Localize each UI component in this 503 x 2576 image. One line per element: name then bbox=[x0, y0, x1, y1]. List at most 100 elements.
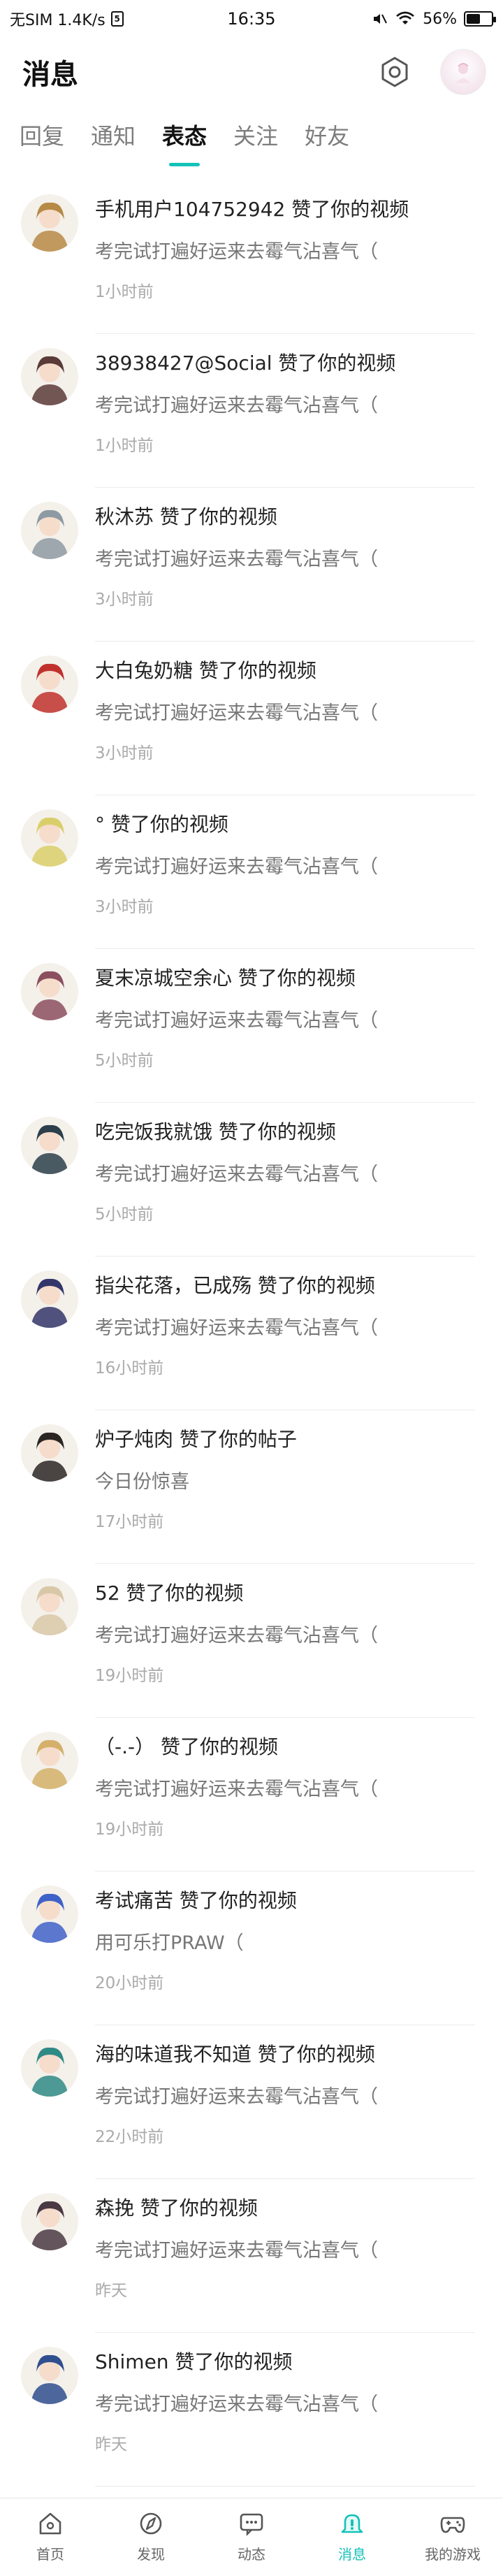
list-item[interactable]: 52 赞了你的视频 考完试打遍好运来去霉气沾喜气（ 19小时前 bbox=[0, 1564, 503, 1718]
notification-list: 手机用户104752942 赞了你的视频 考完试打遍好运来去霉气沾喜气（ 1小时前 3… bbox=[0, 180, 503, 2487]
notification-time: 1小时前 bbox=[95, 283, 154, 301]
notification-content[interactable]: 今日份惊喜 bbox=[95, 1466, 189, 1493]
avatar[interactable] bbox=[21, 2193, 78, 2250]
notification-time: 3小时前 bbox=[95, 744, 154, 762]
nav-item-2[interactable]: 动态 bbox=[201, 2498, 302, 2576]
avatar-image-icon bbox=[21, 1424, 78, 1482]
list-item[interactable]: 海的味道我不知道 赞了你的视频 考完试打遍好运来去霉气沾喜气（ 22小时前 bbox=[0, 2025, 503, 2179]
notification-content[interactable]: 考完试打遍好运来去霉气沾喜气（ bbox=[95, 851, 378, 878]
mute-icon bbox=[374, 14, 387, 24]
status-bar: 无SIM 1.4K/s 5 16:35 56% bbox=[0, 0, 503, 38]
list-item[interactable]: 秋沐苏 赞了你的视频考完试打遍好运来去霉气沾喜气（ 3小时前 bbox=[0, 488, 503, 642]
notification-content[interactable]: 考完试打遍好运来去霉气沾喜气（ bbox=[95, 2235, 378, 2262]
nav-label: 发现 bbox=[137, 2546, 165, 2563]
list-item[interactable]: ° 赞了你的视频 考完试打遍好运来去霉气沾喜气（ 3小时前 bbox=[0, 795, 503, 949]
avatar-image-icon bbox=[21, 1578, 78, 1635]
avatar[interactable] bbox=[21, 348, 78, 405]
notification-content[interactable]: 用可乐打PRAW（ bbox=[95, 1927, 244, 1955]
list-item[interactable]: 考试痛苦 赞了你的视频 用可乐打PRAW（ 20小时前 bbox=[0, 1872, 503, 2025]
avatar[interactable] bbox=[21, 1117, 78, 1174]
notification-title: ° 赞了你的视频 bbox=[95, 813, 228, 836]
notification-content[interactable]: 考完试打遍好运来去霉气沾喜气（ bbox=[95, 1312, 378, 1340]
avatar[interactable] bbox=[21, 656, 78, 713]
list-item[interactable]: 吃完饭我就饿 赞了你的视频 考完试打遍好运来去霉气沾喜气（ 5小时前 bbox=[0, 1103, 503, 1257]
notification-content[interactable]: 考完试打遍好运来去霉气沾喜气（ bbox=[95, 1159, 378, 1186]
nav-item-4[interactable]: 我的游戏 bbox=[402, 2498, 503, 2576]
avatar-image-icon bbox=[21, 2347, 78, 2404]
list-item[interactable]: 38938427@Social 赞了你的视频 考完试打遍好运来去霉气沾喜气（ 1小时… bbox=[0, 334, 503, 488]
notification-time: 16小时前 bbox=[95, 1359, 164, 1377]
avatar[interactable] bbox=[21, 963, 78, 1020]
avatar-image-icon bbox=[21, 656, 78, 713]
notification-content[interactable]: 考完试打遍好运来去霉气沾喜气（ bbox=[95, 2081, 378, 2108]
list-item[interactable]: 指尖花落，已成殇 赞了你的视频 考完试打遍好运来去霉气沾喜气（ 16小时前 bbox=[0, 1257, 503, 1410]
avatar[interactable] bbox=[21, 809, 78, 867]
list-item[interactable]: 夏末凉城空余心 赞了你的视频 考完试打遍好运来去霉气沾喜气（ 5小时前 bbox=[0, 949, 503, 1103]
avatar[interactable] bbox=[21, 502, 78, 559]
avatar[interactable] bbox=[21, 194, 78, 252]
notification-title: Shimen 赞了你的视频 bbox=[95, 2350, 293, 2373]
notification-time: 昨天 bbox=[95, 2282, 127, 2300]
notification-title: 夏末凉城空余心 赞了你的视频 bbox=[95, 967, 356, 990]
wifi-icon bbox=[396, 11, 414, 24]
list-item[interactable]: （-.-） 赞了你的视频考完试打遍好运来去霉气沾喜气（ 19小时前 bbox=[0, 1718, 503, 1872]
nav-label: 消息 bbox=[338, 2546, 366, 2563]
list-item[interactable]: Shimen 赞了你的视频考完试打遍好运来去霉气沾喜气（ 昨天 bbox=[0, 2333, 503, 2487]
avatar[interactable] bbox=[21, 1271, 78, 1328]
notification-title: 大白兔奶糖 赞了你的视频 bbox=[95, 659, 316, 682]
tab-1[interactable]: 通知 bbox=[91, 119, 136, 161]
notification-content[interactable]: 考完试打遍好运来去霉气沾喜气（ bbox=[95, 2389, 378, 2416]
list-item[interactable]: 大白兔奶糖 赞了你的视频考完试打遍好运来去霉气沾喜气（ 3小时前 bbox=[0, 642, 503, 795]
notification-title: 海的味道我不知道 赞了你的视频 bbox=[95, 2043, 375, 2066]
list-item[interactable]: 炉子炖肉 赞了你的帖子 今日份惊喜 17小时前 bbox=[0, 1410, 503, 1564]
avatar[interactable] bbox=[21, 1886, 78, 1943]
settings-icon bbox=[381, 57, 408, 87]
avatar-image-icon bbox=[21, 194, 78, 252]
notification-title: 森挽 赞了你的视频 bbox=[95, 2197, 258, 2220]
avatar[interactable] bbox=[21, 1732, 78, 1789]
tab-2[interactable]: 表态 bbox=[162, 119, 207, 161]
notification-title: 52 赞了你的视频 bbox=[95, 1582, 244, 1605]
nav-label: 我的游戏 bbox=[425, 2546, 481, 2563]
battery-text: 56% bbox=[423, 10, 457, 28]
avatar[interactable] bbox=[21, 2347, 78, 2404]
notification-title: 考试痛苦 赞了你的视频 bbox=[95, 1889, 297, 1912]
avatar-image-icon bbox=[21, 1117, 78, 1174]
notification-time: 1小时前 bbox=[95, 437, 154, 455]
notification-content[interactable]: 考完试打遍好运来去霉气沾喜气（ bbox=[95, 1005, 378, 1032]
tab-4[interactable]: 好友 bbox=[305, 119, 349, 161]
notification-title: 手机用户104752942 赞了你的视频 bbox=[95, 198, 409, 221]
tab-3[interactable]: 关注 bbox=[233, 119, 278, 161]
notification-content[interactable]: 考完试打遍好运来去霉气沾喜气（ bbox=[95, 390, 378, 417]
avatar-figure-icon bbox=[456, 63, 470, 83]
notification-title: 秋沐苏 赞了你的视频 bbox=[95, 505, 277, 528]
nav-item-0[interactable]: 首页 bbox=[0, 2498, 101, 2576]
list-item[interactable]: 森挽 赞了你的视频考完试打遍好运来去霉气沾喜气（ 昨天 bbox=[0, 2179, 503, 2333]
nav-item-3[interactable]: 消息 bbox=[302, 2498, 402, 2576]
nav-item-1[interactable]: 发现 bbox=[101, 2498, 201, 2576]
user-avatar[interactable] bbox=[440, 49, 486, 95]
notification-content[interactable]: 考完试打遍好运来去霉气沾喜气（ bbox=[95, 1620, 378, 1647]
notification-time: 17小时前 bbox=[95, 1513, 164, 1531]
avatar-image-icon bbox=[21, 1732, 78, 1789]
notification-content[interactable]: 考完试打遍好运来去霉气沾喜气（ bbox=[95, 544, 378, 571]
notification-content[interactable]: 考完试打遍好运来去霉气沾喜气（ bbox=[95, 1774, 378, 1801]
tab-bar: 回复 通知 表态 关注 好友 bbox=[0, 119, 503, 175]
notification-time: 昨天 bbox=[95, 2436, 127, 2454]
notification-title: 吃完饭我就饿 赞了你的视频 bbox=[95, 1120, 336, 1143]
battery-fill bbox=[467, 14, 481, 24]
notification-content[interactable]: 考完试打遍好运来去霉气沾喜气（ bbox=[95, 697, 378, 725]
bottom-nav: 首页 发现 动态 消息 我的游戏 bbox=[0, 2498, 503, 2576]
list-item[interactable]: 手机用户104752942 赞了你的视频考完试打遍好运来去霉气沾喜气（ 1小时前 bbox=[0, 180, 503, 334]
avatar[interactable] bbox=[21, 1424, 78, 1482]
nav-label: 首页 bbox=[36, 2546, 64, 2563]
notification-content[interactable]: 考完试打遍好运来去霉气沾喜气（ bbox=[95, 236, 378, 263]
settings-button[interactable] bbox=[372, 49, 418, 95]
tab-0[interactable]: 回复 bbox=[20, 119, 64, 161]
nav-label: 动态 bbox=[238, 2546, 265, 2563]
notification-time: 19小时前 bbox=[95, 1821, 164, 1839]
notification-time: 3小时前 bbox=[95, 591, 154, 609]
avatar[interactable] bbox=[21, 1578, 78, 1635]
notification-title: （-.-） 赞了你的视频 bbox=[95, 1735, 279, 1758]
avatar[interactable] bbox=[21, 2039, 78, 2097]
